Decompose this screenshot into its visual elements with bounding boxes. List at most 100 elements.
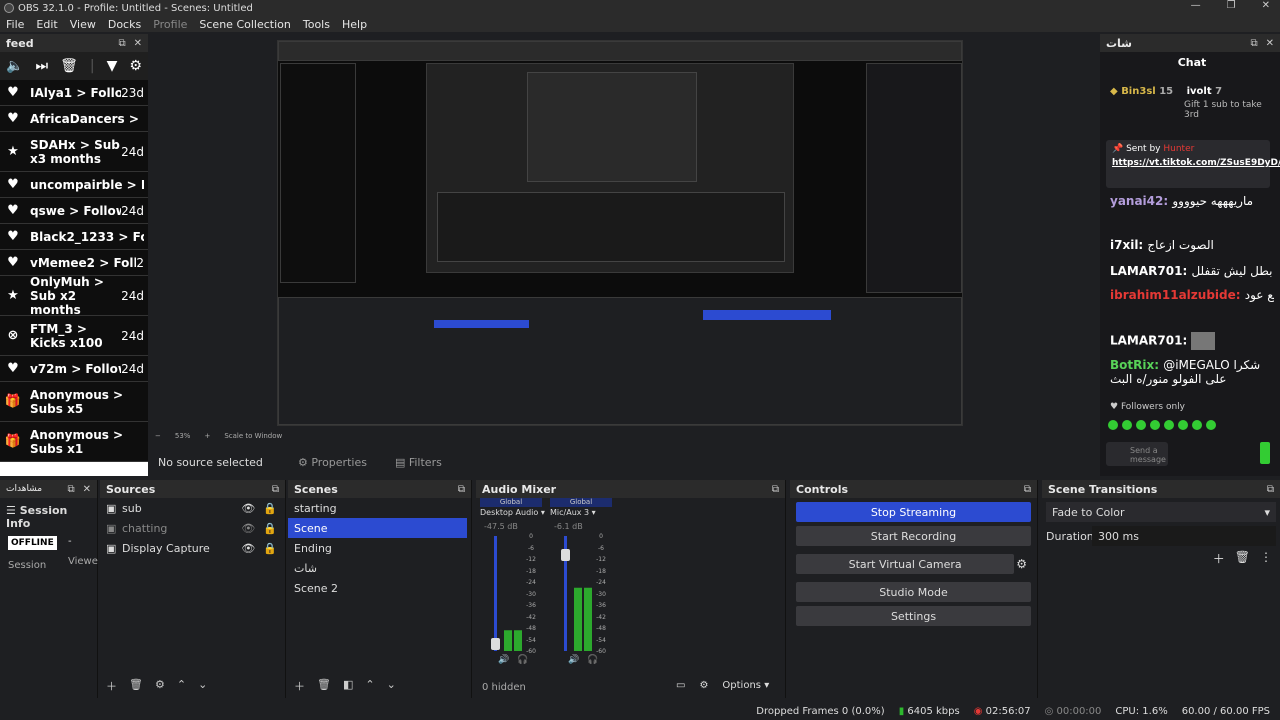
start-virtual-camera-button[interactable]: Start Virtual Camera [796, 554, 1015, 574]
gear-icon[interactable]: ⚙ [155, 678, 165, 694]
layout-icon[interactable]: ▭ [676, 680, 685, 691]
headphones-icon[interactable]: 🎧 [517, 655, 528, 665]
source-item[interactable]: ▣ Display Capture 👁 🔒 [100, 538, 285, 558]
float-icon[interactable]: ⧉ [1267, 484, 1274, 495]
float-icon[interactable]: ⧉ [1250, 38, 1257, 49]
volume-fader[interactable] [494, 536, 497, 651]
float-icon[interactable]: ⧉ [272, 484, 279, 495]
float-icon[interactable]: ⧉ [1024, 484, 1031, 495]
zoom-in-button[interactable]: + [204, 432, 210, 440]
pinned-message[interactable]: 📌 Sent by Hunter https://vt.tiktok.com/Z… [1106, 140, 1280, 188]
feed-item[interactable]: ♥ Black2_1233 > Follow [0, 224, 148, 250]
menu-docks[interactable]: Docks [102, 18, 147, 31]
minimize-button[interactable]: — [1191, 0, 1201, 11]
menu-view[interactable]: View [64, 18, 102, 31]
scale-mode[interactable]: Scale to Window [224, 432, 282, 440]
add-icon[interactable]: ＋ [1213, 550, 1225, 567]
menu-file[interactable]: File [0, 18, 30, 31]
float-icon[interactable]: ⧉ [772, 484, 779, 495]
scene-item[interactable]: Scene 2 [288, 578, 471, 598]
filter-icon[interactable]: ◧ [343, 678, 353, 694]
filters-button[interactable]: ▤ Filters [395, 456, 442, 469]
scene-item[interactable]: Ending [288, 538, 471, 558]
down-icon[interactable]: ⌄ [387, 678, 396, 694]
menu-tools[interactable]: Tools [297, 18, 336, 31]
channel-name[interactable]: Mic/Aux 3 ▾ [550, 508, 596, 517]
trash-icon[interactable]: 🗑 [1235, 550, 1250, 567]
volume-icon[interactable]: 🔈 [6, 58, 23, 74]
close-icon[interactable]: ✕ [83, 484, 91, 495]
headphones-icon[interactable]: 🎧 [587, 655, 598, 665]
source-item[interactable]: ▣ sub 👁 🔒 [100, 498, 285, 518]
feed-item[interactable]: ★ OnlyMuh > Sub x2 months 24d [0, 276, 148, 316]
fader-handle[interactable] [561, 549, 570, 562]
send-button[interactable] [1260, 442, 1270, 464]
fader-handle[interactable] [491, 637, 500, 650]
close-icon[interactable]: ✕ [1266, 38, 1274, 49]
float-icon[interactable]: ⧉ [118, 38, 125, 49]
close-icon[interactable]: ✕ [134, 38, 142, 49]
eye-icon[interactable]: 👁 [241, 502, 255, 515]
menu-edit[interactable]: Edit [30, 18, 63, 31]
trash-icon[interactable]: 🗑 [60, 58, 78, 74]
menu-profile[interactable]: Profile [147, 18, 193, 31]
stop-streaming-button[interactable]: Stop Streaming [796, 502, 1031, 522]
feed-item[interactable]: ♥ v72m > Follow 24d [0, 356, 148, 382]
feed-item[interactable]: ⊗ FTM_3 > Kicks x100 24d [0, 316, 148, 356]
close-button[interactable]: ✕ [1262, 0, 1270, 11]
float-icon[interactable]: ⧉ [67, 484, 74, 495]
studio-mode-button[interactable]: Studio Mode [796, 582, 1031, 602]
trash-icon[interactable]: 🗑 [129, 678, 143, 694]
up-icon[interactable]: ⌃ [365, 678, 374, 694]
eye-icon[interactable]: 👁 [241, 522, 255, 535]
speaker-icon[interactable]: 🔊 [568, 655, 579, 665]
chat-input[interactable]: Send a message [1106, 442, 1168, 466]
pinned-link[interactable]: https://vt.tiktok.com/ZSusE9DyD/ [1112, 158, 1280, 169]
options-button[interactable]: Options ▾ [722, 680, 769, 691]
feed-item[interactable]: ♥ IAlya1 > Follow23d [0, 80, 148, 106]
down-icon[interactable]: ⌄ [198, 678, 207, 694]
gear-icon[interactable]: ⚙ [1016, 557, 1027, 571]
menu-help[interactable]: Help [336, 18, 373, 31]
scene-item[interactable]: شات [288, 558, 471, 578]
zoom-out-button[interactable]: − [155, 432, 161, 440]
up-icon[interactable]: ⌃ [177, 678, 186, 694]
source-item[interactable]: ▣ chatting 👁 🔒 [100, 518, 285, 538]
feed-item[interactable]: ♥ uncompairble > Follo [0, 172, 148, 198]
eye-icon[interactable]: 👁 [241, 542, 255, 555]
feed-item[interactable]: ♥ vMemee2 > Follow2 [0, 250, 148, 276]
chat-user-2: i7xil: الصوت ازعاج [1110, 238, 1214, 252]
maximize-button[interactable]: ❐ [1227, 0, 1236, 11]
duration-input[interactable]: 300 ms [1092, 526, 1276, 546]
lock-icon[interactable]: 🔒 [263, 522, 277, 535]
float-icon[interactable]: ⧉ [458, 484, 465, 495]
lock-icon[interactable]: 🔒 [263, 502, 277, 515]
skip-icon[interactable]: ⏭ [35, 58, 48, 74]
feed-item[interactable]: 🎁 Anonymous > Subs x1 [0, 422, 148, 462]
transition-select[interactable]: Fade to Color ▾ [1046, 502, 1276, 522]
feed-item[interactable]: 🎁 Anonymous > Subs x5 [0, 382, 148, 422]
filter-icon[interactable]: ▼ [107, 58, 118, 74]
nested-docks [278, 297, 962, 425]
trash-icon[interactable]: 🗑 [317, 678, 331, 694]
gear-icon[interactable]: ⚙ [129, 58, 142, 74]
preview-canvas[interactable] [277, 40, 963, 426]
feed-item[interactable]: ♥ qswe > Follow 24d [0, 198, 148, 224]
feed-item[interactable]: ★ SDAHx > Sub x3 months 24d [0, 132, 148, 172]
scene-item[interactable]: starting [288, 498, 471, 518]
start-recording-button[interactable]: Start Recording [796, 526, 1031, 546]
settings-button[interactable]: Settings [796, 606, 1031, 626]
lock-icon[interactable]: 🔒 [263, 542, 277, 555]
add-icon[interactable]: ＋ [294, 678, 305, 694]
kick-icon: ⊗ [7, 328, 19, 343]
channel-name[interactable]: Desktop Audio ▾ [480, 508, 545, 517]
live-timer: ◉ 02:56:07 [973, 705, 1031, 717]
speaker-icon[interactable]: 🔊 [498, 655, 509, 665]
menu-scene-collection[interactable]: Scene Collection [193, 18, 296, 31]
more-icon[interactable]: ⋮ [1260, 550, 1272, 567]
properties-button[interactable]: ⚙ Properties [298, 456, 367, 469]
add-icon[interactable]: ＋ [106, 678, 117, 694]
gear-icon[interactable]: ⚙ [699, 680, 708, 691]
feed-item[interactable]: ♥ AfricaDancers > Follo [0, 106, 148, 132]
scene-item[interactable]: Scene [288, 518, 467, 538]
